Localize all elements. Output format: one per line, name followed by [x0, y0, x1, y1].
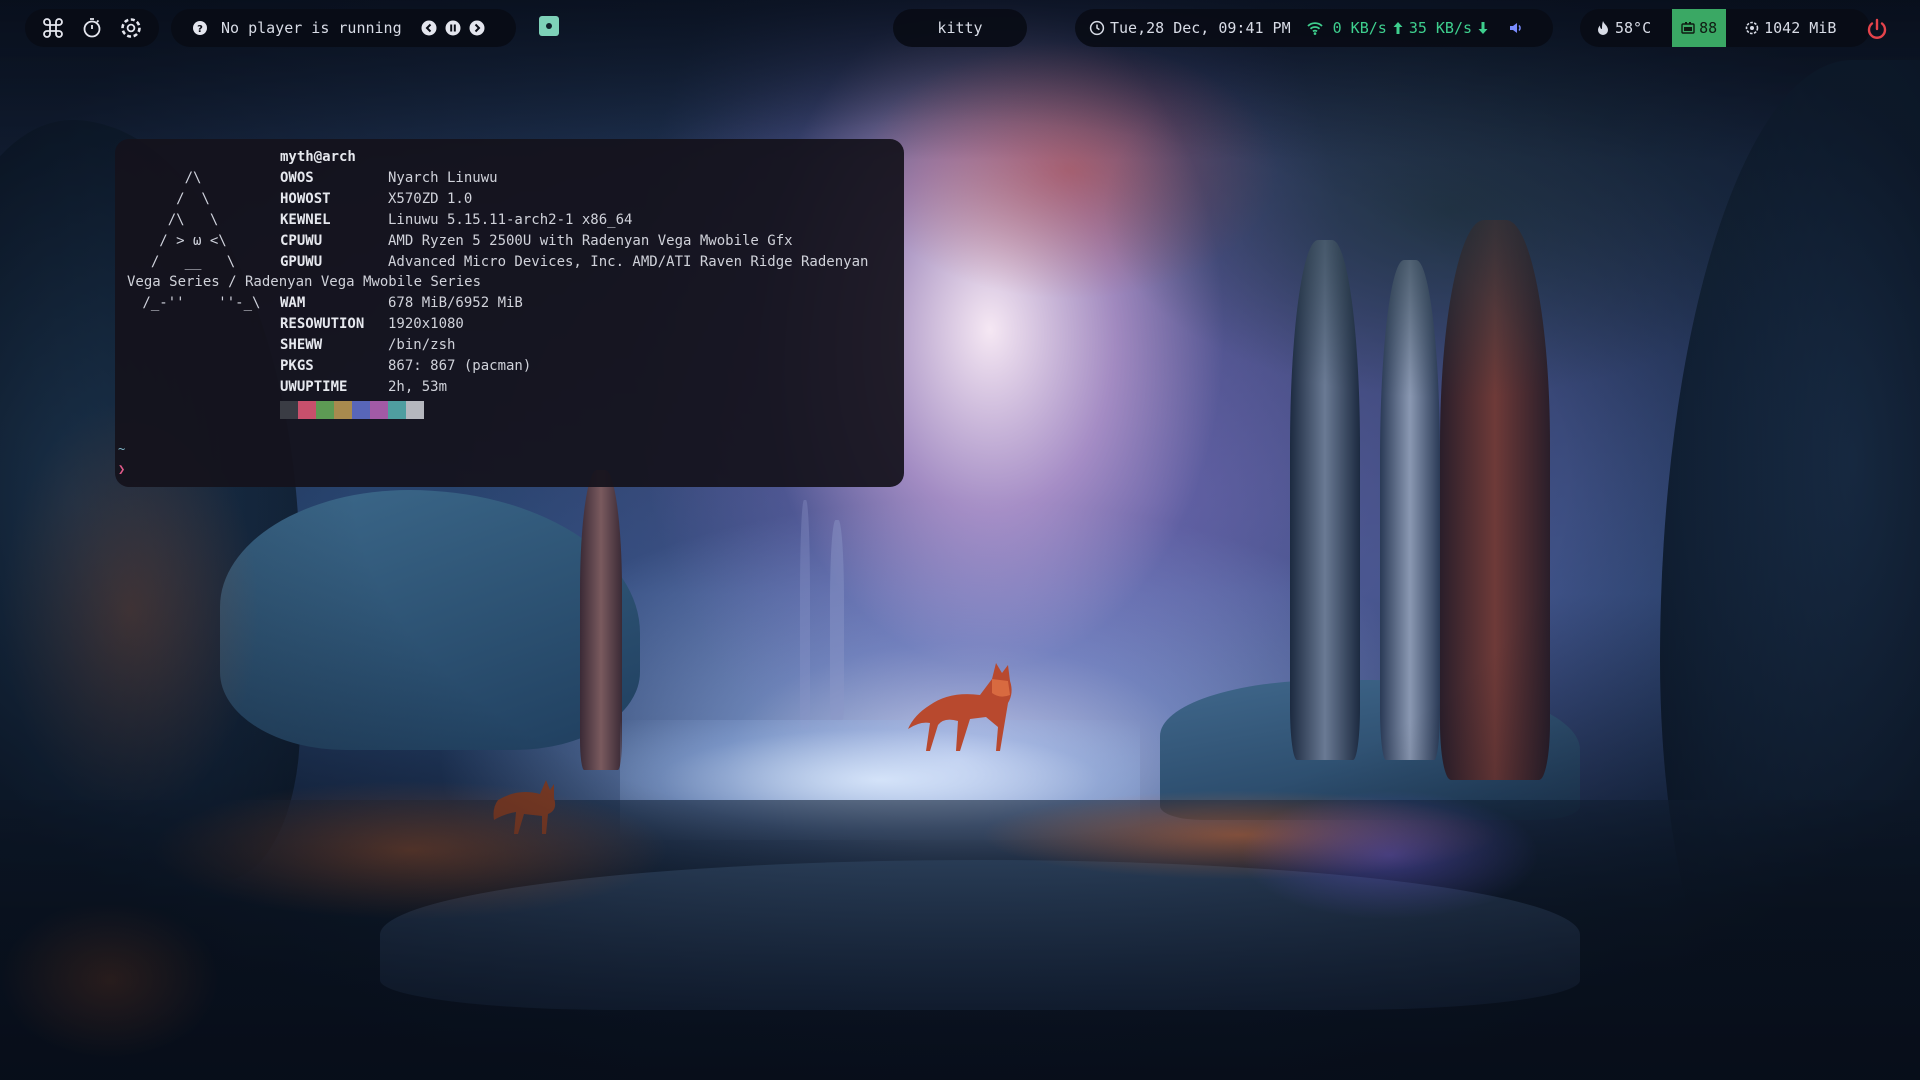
info-key: RESOWUTION: [280, 316, 365, 332]
info-key: CPUWU: [280, 233, 323, 249]
workspace-icon: [546, 23, 552, 29]
window-title-pill: kitty: [893, 9, 1027, 47]
status-pill: Tue,28 Dec, 09:41 PM 0 KB/s 35 KB/s: [1075, 9, 1553, 47]
command-icon[interactable]: [41, 16, 65, 40]
user-host: myth@arch: [280, 149, 356, 165]
palette-swatch: [352, 401, 370, 419]
launcher-pill: [25, 9, 159, 47]
battery-icon: [1681, 21, 1695, 35]
ascii-logo-line: / __ \: [134, 254, 236, 270]
workspace-indicator[interactable]: [539, 16, 559, 36]
info-key: WAM: [280, 295, 306, 311]
ascii-logo-line: /_-'' ''-_\: [134, 295, 261, 311]
power-icon: [1864, 16, 1888, 40]
play-pause-icon[interactable]: [444, 19, 462, 37]
info-value: 1920x1080: [388, 316, 464, 332]
info-key: PKGS: [280, 358, 314, 374]
previous-track-icon[interactable]: [420, 19, 438, 37]
info-value: Advanced Micro Devices, Inc. AMD/ATI Rav…: [388, 254, 869, 270]
upload-arrow-icon: [1392, 21, 1404, 35]
palette-swatch: [388, 401, 406, 419]
wifi-icon[interactable]: [1306, 20, 1324, 36]
info-key: OWOS: [280, 170, 314, 186]
volume-icon[interactable]: [1508, 21, 1524, 35]
palette-swatch: [334, 401, 352, 419]
settings-icon[interactable]: [119, 16, 143, 40]
info-value: /bin/zsh: [388, 337, 456, 353]
kitty-terminal-window[interactable]: /\ / \ /\ \ / > ω <\ / __ \ /_-'' ''-_\ …: [115, 139, 904, 487]
memory-icon: [1745, 21, 1759, 35]
media-pill: ? No player is running: [171, 9, 516, 47]
info-key: KEWNEL: [280, 212, 331, 228]
ascii-logo-line: / > ω <\: [134, 233, 227, 249]
info-value: 678 MiB/6952 MiB: [388, 295, 523, 311]
info-key: SHEWW: [280, 337, 323, 353]
palette-swatch: [406, 401, 424, 419]
battery-level: 88: [1699, 19, 1718, 37]
info-key: UWUPTIME: [280, 379, 348, 395]
media-status-text: No player is running: [221, 19, 402, 37]
ascii-logo-line: /\: [134, 170, 202, 186]
svg-text:?: ?: [197, 24, 203, 35]
gpu-wrap-line: Vega Series / Radenyan Vega Mwobile Seri…: [127, 274, 482, 290]
system-pill: 58°C 88 1042 MiB: [1580, 9, 1870, 47]
info-value: AMD Ryzen 5 2500U with Radenyan Vega Mwo…: [388, 233, 793, 249]
prompt-symbol[interactable]: ❯: [118, 459, 125, 479]
net-download-speed: 0 KB/s: [1332, 19, 1387, 37]
palette-swatch: [280, 401, 298, 419]
palette-swatch: [298, 401, 316, 419]
info-value: Nyarch Linuwu: [388, 170, 498, 186]
info-value: X570ZD 1.0: [388, 191, 473, 207]
info-key: GPUWU: [280, 254, 323, 270]
prompt-dir: ~: [118, 442, 126, 456]
temperature-text: 58°C: [1615, 19, 1652, 37]
power-button[interactable]: [1864, 16, 1890, 42]
palette-swatch: [370, 401, 388, 419]
ascii-logo-line: /\ \: [134, 212, 219, 228]
ascii-logo-line: / \: [134, 191, 210, 207]
clock-icon: [1089, 20, 1105, 36]
flame-icon: [1596, 20, 1610, 36]
next-track-icon[interactable]: [468, 19, 486, 37]
info-value: 867: 867 (pacman): [388, 358, 532, 374]
battery-badge[interactable]: 88: [1672, 9, 1727, 47]
info-key: HOWOST: [280, 191, 331, 207]
info-value: Linuwu 5.15.11-arch2-1 x86_64: [388, 212, 633, 228]
player-info-icon: ?: [191, 19, 209, 37]
window-title: kitty: [937, 19, 983, 37]
clock-text[interactable]: Tue,28 Dec, 09:41 PM: [1110, 19, 1291, 37]
timer-icon[interactable]: [80, 16, 104, 40]
download-arrow-icon: [1477, 21, 1489, 35]
net-upload-speed: 35 KB/s: [1408, 19, 1473, 37]
memory-usage-text: 1042 MiB: [1764, 19, 1837, 37]
info-value: 2h, 53m: [388, 379, 448, 395]
palette-swatch: [316, 401, 334, 419]
